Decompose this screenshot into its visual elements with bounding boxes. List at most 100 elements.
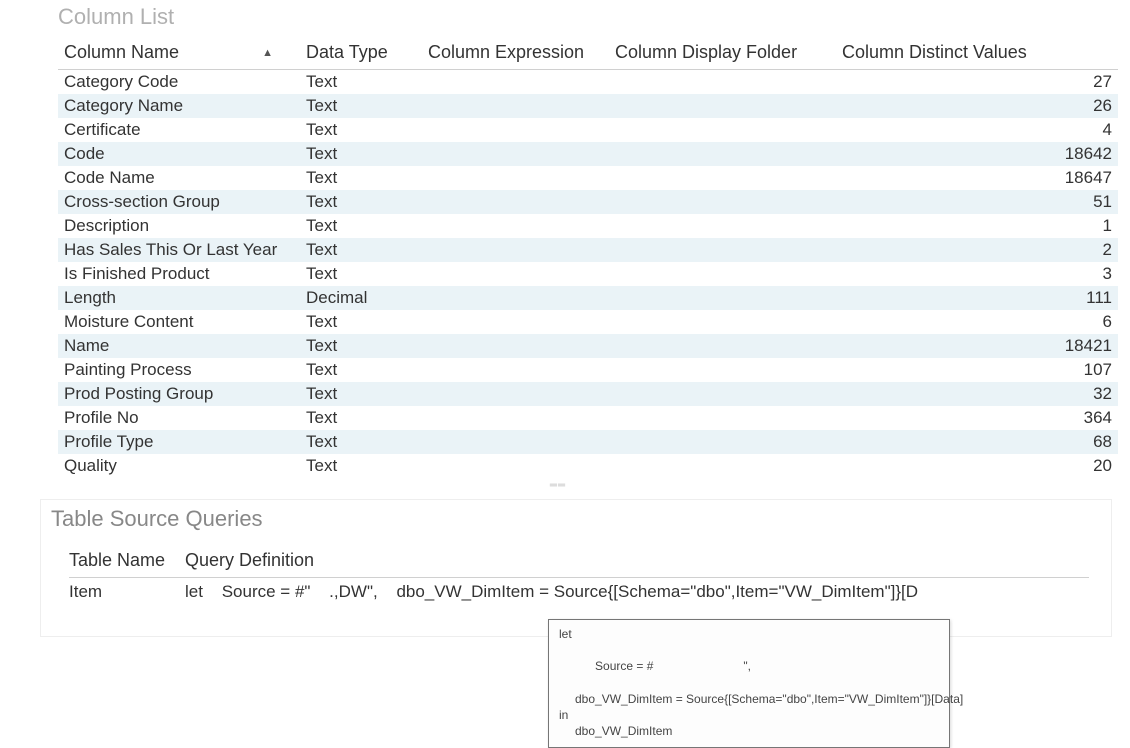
column-display-folder-cell [609, 334, 836, 358]
column-distinct-values-cell: 18421 [836, 334, 1118, 358]
table-row[interactable]: Category CodeText 27 [58, 70, 1118, 95]
column-name-cell: Category Code [58, 70, 300, 95]
header-column-expression[interactable]: Column Expression [422, 38, 609, 70]
data-type-cell: Text [300, 214, 422, 238]
header-column-name[interactable]: Column Name ▲ [58, 38, 300, 70]
qdef-dbo: dbo_VW_DimItem = Source{[Schema="dbo",It… [396, 582, 932, 601]
header-query-definition[interactable]: Query Definition [185, 546, 1089, 578]
column-distinct-values-cell: 2 [836, 238, 1118, 262]
column-distinct-values-cell: 26 [836, 94, 1118, 118]
table-row[interactable]: Painting ProcessText107 [58, 358, 1118, 382]
column-expression-cell [422, 406, 609, 430]
column-distinct-values-cell: 68 [836, 430, 1118, 454]
table-row[interactable]: QualityText 20 [58, 454, 1118, 478]
column-distinct-values-cell: 27 [836, 70, 1118, 95]
column-distinct-values-cell: 6 [836, 310, 1118, 334]
table-row[interactable]: Is Finished ProductText3 [58, 262, 1118, 286]
data-type-cell: Text [300, 262, 422, 286]
column-expression-cell [422, 118, 609, 142]
column-distinct-values-cell: 51 [836, 190, 1118, 214]
qdef-let: let [185, 582, 217, 601]
tooltip-line: dbo_VW_DimItem = Source{[Schema="dbo",It… [559, 691, 939, 707]
column-expression-cell [422, 454, 609, 478]
data-type-cell: Text [300, 94, 422, 118]
header-column-display-folder[interactable]: Column Display Folder [609, 38, 836, 70]
table-row[interactable]: Prod Posting GroupText32 [58, 382, 1118, 406]
column-display-folder-cell [609, 166, 836, 190]
data-type-cell: Text [300, 70, 422, 95]
column-name-cell: Length [58, 286, 300, 310]
column-distinct-values-cell: 20 [836, 454, 1118, 478]
header-data-type[interactable]: Data Type [300, 38, 422, 70]
column-distinct-values-cell: 18642 [836, 142, 1118, 166]
column-name-cell: Description [58, 214, 300, 238]
query-definition-cell: let Source = #" .,DW", dbo_VW_DimItem = … [185, 578, 1089, 607]
column-display-folder-cell [609, 94, 836, 118]
header-column-name-label: Column Name [64, 42, 179, 62]
column-list-table-wrap: Column Name ▲ Data Type Column Expressio… [58, 38, 1058, 491]
column-display-folder-cell [609, 430, 836, 454]
column-display-folder-cell [609, 214, 836, 238]
table-row[interactable]: Category NameText26 [58, 94, 1118, 118]
column-expression-cell [422, 70, 609, 95]
data-type-cell: Text [300, 142, 422, 166]
column-name-cell: Profile No [58, 406, 300, 430]
column-display-folder-cell [609, 190, 836, 214]
column-distinct-values-cell: 4 [836, 118, 1118, 142]
column-name-cell: Quality [58, 454, 300, 478]
table-row[interactable]: Moisture ContentText 6 [58, 310, 1118, 334]
data-type-cell: Text [300, 310, 422, 334]
tooltip-line: dbo_VW_DimItem [559, 723, 939, 739]
column-expression-cell [422, 94, 609, 118]
column-display-folder-cell [609, 358, 836, 382]
column-distinct-values-cell: 18647 [836, 166, 1118, 190]
table-row[interactable]: CertificateText4 [58, 118, 1118, 142]
data-type-cell: Text [300, 238, 422, 262]
column-name-cell: Prod Posting Group [58, 382, 300, 406]
table-row[interactable]: DescriptionText 1 [58, 214, 1118, 238]
header-table-name[interactable]: Table Name [69, 546, 185, 578]
column-display-folder-cell [609, 142, 836, 166]
column-list-title: Column List [58, 4, 1130, 30]
column-name-cell: Moisture Content [58, 310, 300, 334]
tooltip-line: Source = #", [559, 642, 939, 691]
table-source-queries-section: Table Source Queries Table Name Query De… [40, 499, 1112, 637]
column-display-folder-cell [609, 286, 836, 310]
data-type-cell: Text [300, 118, 422, 142]
data-type-cell: Text [300, 454, 422, 478]
column-expression-cell [422, 358, 609, 382]
table-row[interactable]: Cross-section GroupText 51 [58, 190, 1118, 214]
column-name-cell: Painting Process [58, 358, 300, 382]
table-row[interactable]: Has Sales This Or Last YearText 2 [58, 238, 1118, 262]
queries-table: Table Name Query Definition Item let Sou… [69, 546, 1089, 606]
column-list-table: Column Name ▲ Data Type Column Expressio… [58, 38, 1118, 478]
column-distinct-values-cell: 111 [836, 286, 1118, 310]
table-row[interactable]: Code NameText18647 [58, 166, 1118, 190]
data-type-cell: Text [300, 334, 422, 358]
column-expression-cell [422, 166, 609, 190]
column-name-cell: Cross-section Group [58, 190, 300, 214]
table-row[interactable]: CodeText 18642 [58, 142, 1118, 166]
column-name-cell: Name [58, 334, 300, 358]
column-display-folder-cell [609, 454, 836, 478]
resize-grip-icon[interactable]: ══ [58, 480, 1058, 491]
column-name-cell: Code [58, 142, 300, 166]
table-row[interactable]: Profile TypeText68 [58, 430, 1118, 454]
table-row[interactable]: LengthDecimal 111 [58, 286, 1118, 310]
column-display-folder-cell [609, 118, 836, 142]
column-expression-cell [422, 382, 609, 406]
data-type-cell: Decimal [300, 286, 422, 310]
column-distinct-values-cell: 1 [836, 214, 1118, 238]
column-expression-cell [422, 214, 609, 238]
column-distinct-values-cell: 32 [836, 382, 1118, 406]
column-display-folder-cell [609, 70, 836, 95]
data-type-cell: Text [300, 190, 422, 214]
table-row[interactable]: NameText 18421 [58, 334, 1118, 358]
column-name-cell: Has Sales This Or Last Year [58, 238, 300, 262]
data-type-cell: Text [300, 406, 422, 430]
header-column-distinct-values[interactable]: Column Distinct Values [836, 38, 1118, 70]
table-row[interactable]: Profile NoText364 [58, 406, 1118, 430]
query-row[interactable]: Item let Source = #" .,DW", dbo_VW_DimIt… [69, 578, 1089, 607]
column-display-folder-cell [609, 310, 836, 334]
column-display-folder-cell [609, 406, 836, 430]
